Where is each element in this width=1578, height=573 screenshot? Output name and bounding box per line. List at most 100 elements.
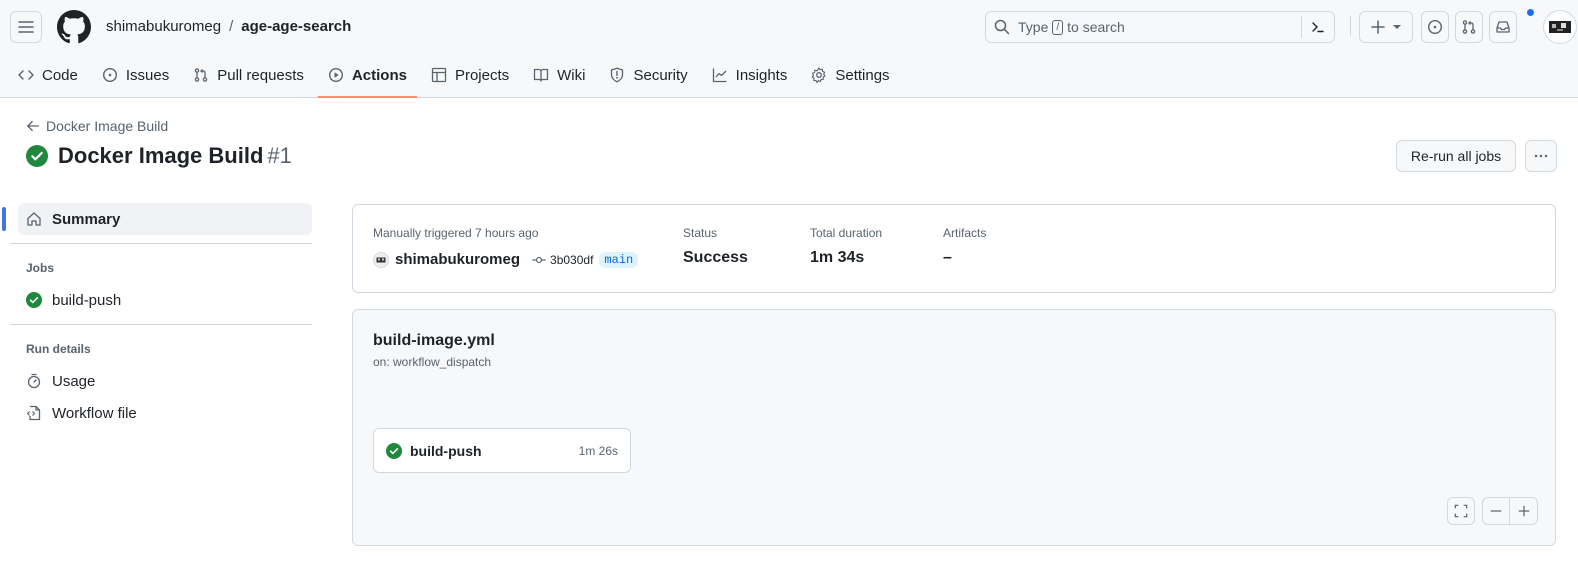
zoom-out-button[interactable] (1483, 498, 1510, 524)
user-avatar[interactable] (1543, 10, 1577, 44)
tab-insights[interactable]: Insights (702, 54, 798, 96)
rerun-all-jobs-button[interactable]: Re-run all jobs (1396, 140, 1516, 172)
tab-label: Insights (735, 66, 788, 84)
graph-icon (712, 68, 727, 83)
issue-opened-icon (1427, 19, 1443, 35)
table-icon (431, 67, 447, 83)
sidebar-item-label: build-push (52, 291, 122, 309)
actor-link[interactable]: shimabukuromeg (395, 251, 520, 268)
back-link-label: Docker Image Build (46, 118, 169, 134)
sidebar-divider (10, 243, 312, 244)
path-separator: / (229, 18, 234, 35)
run-details-heading: Run details (26, 342, 91, 356)
create-new-button[interactable] (1359, 11, 1413, 43)
tab-label: Actions (351, 66, 407, 84)
sidebar-item-workflow-file[interactable]: Workflow file (18, 397, 312, 429)
repo-link[interactable]: age-age-search (241, 17, 351, 37)
duration-value: 1m 34s (810, 249, 865, 266)
check-circle-fill-icon (26, 145, 48, 167)
book-icon (533, 68, 549, 82)
commit-link[interactable]: 3b030df (532, 253, 593, 267)
workflow-file-name: build-image.yml (373, 332, 495, 349)
job-name: build-push (410, 442, 482, 459)
sidebar-item-label: Summary (52, 210, 121, 228)
tab-label: Wiki (557, 66, 586, 84)
hamburger-icon (18, 21, 34, 33)
actor-avatar-icon[interactable] (373, 251, 389, 268)
git-pull-request-icon (1462, 20, 1476, 34)
trigger-label: Manually triggered 7 hours ago (373, 226, 539, 240)
check-circle-fill-icon (386, 442, 402, 459)
tab-label: Code (42, 66, 78, 84)
sidebar-item-job[interactable]: build-push (18, 284, 312, 316)
fullscreen-button[interactable] (1447, 497, 1475, 525)
screen-full-icon (1454, 504, 1468, 518)
workflow-trigger: on: workflow_dispatch (373, 355, 492, 369)
command-palette-button[interactable] (1301, 16, 1334, 38)
play-icon (328, 67, 343, 83)
run-title-text: Docker Image Build (58, 143, 264, 168)
header-divider (1350, 16, 1351, 36)
tab-label: Projects (454, 66, 510, 84)
stopwatch-icon (27, 373, 41, 389)
tab-projects[interactable]: Projects (421, 54, 519, 96)
notification-indicator (1526, 8, 1535, 17)
jobs-heading: Jobs (26, 261, 55, 275)
file-code-icon (26, 405, 41, 421)
branch-badge[interactable]: main (599, 251, 639, 268)
search-placeholder-prefix: Type (1018, 19, 1049, 35)
dash-icon (1490, 510, 1502, 512)
sidebar-item-label: Workflow file (52, 404, 137, 422)
kebab-horizontal-icon (1534, 154, 1548, 158)
tab-pull-requests[interactable]: Pull requests (183, 54, 314, 96)
arrow-left-icon (27, 120, 39, 132)
repo-nav: Code Issues Pull requests Actions Projec… (8, 54, 904, 98)
global-header: shimabukuromeg / age-age-search Type / t… (0, 0, 1578, 98)
issue-icon (102, 67, 117, 83)
github-logo-icon[interactable] (57, 10, 91, 44)
owner-link[interactable]: shimabukuromeg (106, 17, 221, 37)
tab-label: Pull requests (217, 66, 304, 84)
tab-code[interactable]: Code (8, 54, 88, 96)
tab-issues[interactable]: Issues (92, 54, 179, 96)
back-to-workflow-link[interactable]: Docker Image Build (26, 118, 168, 134)
home-icon (27, 212, 41, 226)
commit-sha: 3b030df (550, 252, 594, 267)
gear-icon (812, 67, 826, 83)
status-value: Success (683, 249, 748, 266)
search-icon (994, 19, 1010, 35)
check-circle-fill-icon (26, 292, 42, 308)
search-shortcut-key: / (1052, 19, 1064, 35)
breadcrumb: shimabukuromeg / age-age-search (106, 17, 351, 37)
issues-button[interactable] (1421, 11, 1449, 43)
tab-actions[interactable]: Actions (317, 54, 417, 98)
tab-settings[interactable]: Settings (801, 54, 899, 96)
terminal-icon (1312, 22, 1324, 33)
run-number: #1 (267, 143, 292, 168)
inbox-button[interactable] (1489, 11, 1517, 43)
sidebar-item-label: Usage (52, 372, 96, 390)
sidebar-item-usage[interactable]: Usage (18, 365, 312, 397)
zoom-controls (1482, 497, 1538, 525)
duration-label: Total duration (810, 226, 883, 240)
tab-label: Settings (835, 66, 890, 84)
tab-label: Security (633, 66, 688, 84)
run-summary-card: Manually triggered 7 hours ago shimabuku… (352, 204, 1556, 293)
job-card-build-push[interactable]: build-push 1m 26s (373, 428, 631, 473)
menu-button[interactable] (10, 11, 42, 43)
search-input[interactable]: Type / to search (985, 11, 1335, 43)
run-sidebar: Summary Jobs build-push Run details Usag… (2, 203, 312, 429)
zoom-in-button[interactable] (1510, 498, 1537, 524)
triangle-down-icon (1393, 25, 1401, 29)
workflow-graph: build-image.yml on: workflow_dispatch bu… (352, 309, 1556, 546)
sidebar-item-summary[interactable]: Summary (2, 203, 312, 235)
git-commit-icon (532, 256, 546, 263)
tab-wiki[interactable]: Wiki (523, 54, 595, 96)
pull-requests-button[interactable] (1455, 11, 1483, 43)
more-options-button[interactable] (1525, 140, 1557, 172)
plus-icon (1518, 505, 1529, 517)
inbox-icon (1496, 21, 1510, 33)
artifacts-label: Artifacts (943, 226, 987, 240)
trigger-details: shimabukuromeg 3b030df main (373, 251, 639, 268)
tab-security[interactable]: Security (599, 54, 697, 96)
